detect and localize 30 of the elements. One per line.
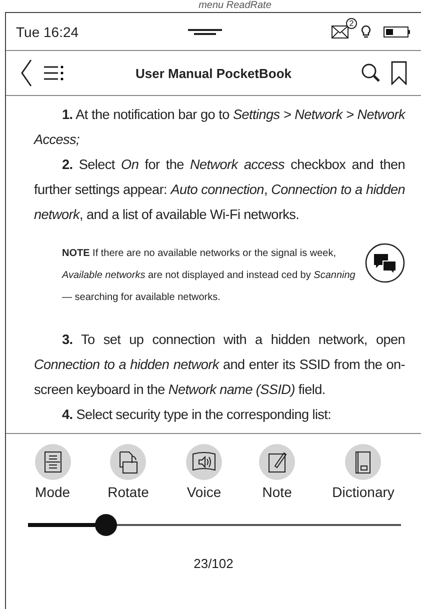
- instruction-paragraph: 1. At the notification bar go to Settings > Network > Network Access;: [34, 106, 405, 149]
- menu-item[interactable]: Mode: [34, 444, 71, 500]
- chat-bubbles-icon[interactable]: [365, 243, 405, 283]
- bookmark-icon[interactable]: [391, 61, 407, 85]
- mail-icon[interactable]: [331, 24, 349, 38]
- light-bulb-icon[interactable]: [361, 24, 371, 38]
- instruction-paragraph: 3. To set up connection with a hidden network, open Connection to a hidden network and enter its SSID from the on-screen keyboard in the Network name (SSID) field.: [34, 331, 405, 399]
- mode-icon: [34, 444, 71, 480]
- menu-item[interactable]: Voice: [186, 444, 222, 500]
- annotation-caption: menu ReadRate: [198, 0, 272, 11]
- page-number: 23/102: [192, 556, 234, 571]
- battery-icon: [383, 26, 411, 38]
- rotate-icon: [110, 444, 146, 480]
- mail-badge: 2: [346, 18, 357, 28]
- menu-item[interactable]: Note: [259, 444, 296, 500]
- handle-icon[interactable]: [188, 28, 222, 34]
- slider-thumb[interactable]: [95, 514, 118, 536]
- back-icon[interactable]: [20, 59, 32, 87]
- book-title: User Manual PocketBook: [134, 66, 293, 80]
- note-icon: [259, 444, 296, 480]
- dictionary-icon: [345, 444, 382, 480]
- menu-item[interactable]: Rotate: [108, 444, 149, 500]
- status-time: Tue 16:24: [16, 24, 79, 40]
- note-paragraph: NOTE If there are no available networks or the signal is week, Available networks are not displayed and instead ced by Scanning — searching for available networks.: [62, 247, 356, 305]
- menu-icon[interactable]: [42, 63, 66, 83]
- instruction-paragraph: 4. Select security type in the corresponding list:: [61, 406, 332, 424]
- search-icon[interactable]: [361, 63, 381, 83]
- voice-icon: [186, 444, 222, 480]
- menu-item[interactable]: Dictionary: [332, 444, 394, 500]
- instruction-paragraph: 2. Select On for the Network access checkbox and then further settings appear: Auto connection, Connection to a hidden network, and a list of available Wi-Fi networks.: [34, 156, 405, 224]
